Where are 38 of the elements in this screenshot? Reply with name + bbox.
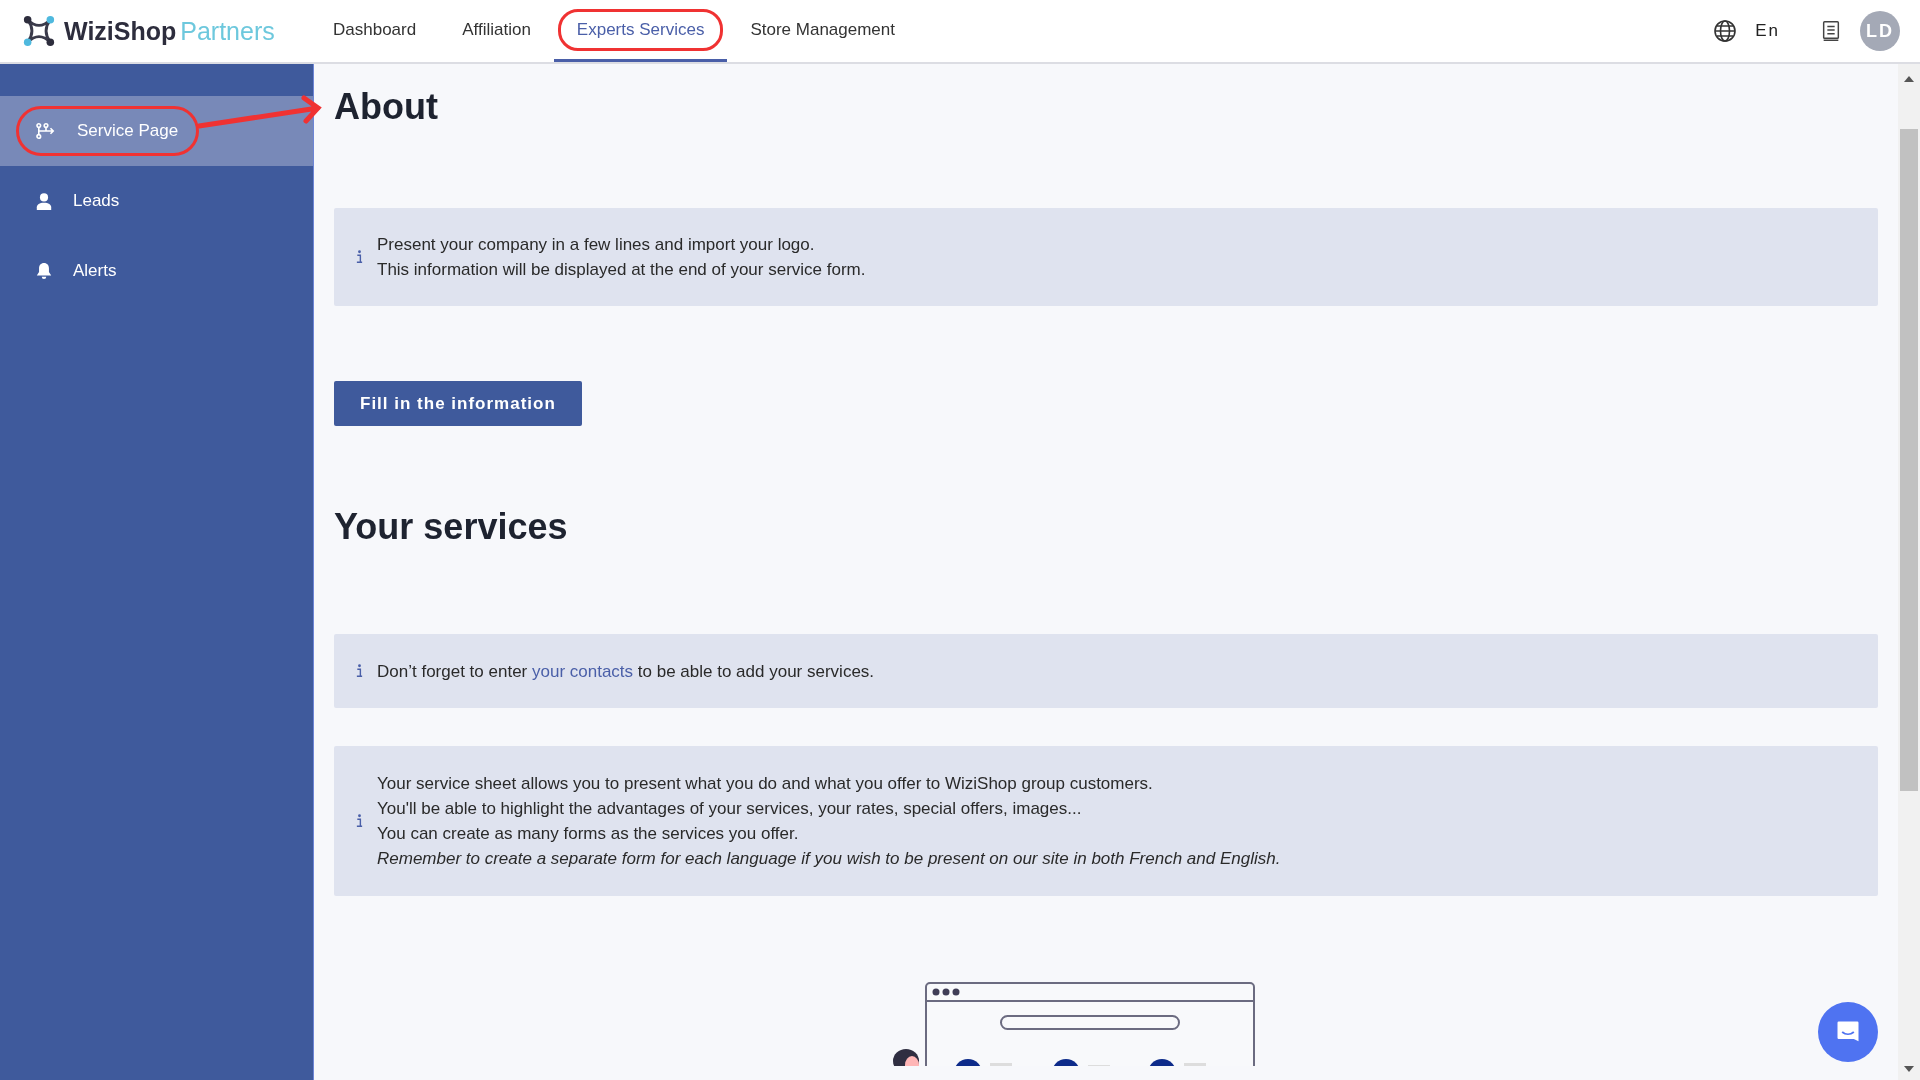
book-icon[interactable] — [1820, 19, 1842, 43]
person-icon — [35, 192, 53, 210]
nav-label: Dashboard — [332, 18, 418, 41]
sidebar-item[interactable]: Alerts — [0, 236, 313, 306]
sidebar-item[interactable]: Leads — [0, 166, 313, 236]
nav-label: Store Management — [749, 18, 896, 41]
section-heading: Your services — [334, 506, 569, 548]
info-icon — [356, 664, 363, 678]
sidebar-label: Leads — [16, 176, 141, 226]
language-selector[interactable]: En — [1755, 21, 1780, 41]
info-text: Remember to create a separate form for each language if you wish to be present on our site in both French and English. — [377, 848, 1281, 870]
info-text: Present your company in a few lines and import your logo. — [377, 234, 816, 256]
sidebar-label: Alerts — [16, 246, 138, 296]
fill-information-button[interactable]: Fill in the information — [334, 381, 582, 426]
bell-icon — [35, 262, 53, 280]
sidebar-label: Service Page — [16, 106, 200, 156]
branch-icon — [35, 122, 57, 140]
info-icon — [356, 250, 363, 264]
info-text: You can create as many forms as the services you offer. — [377, 823, 800, 845]
info-text: This information will be displayed at the end of your service form. — [377, 259, 866, 281]
nav-tab[interactable]: Store Management — [727, 0, 918, 62]
contacts-link[interactable]: your contacts — [532, 661, 634, 681]
nav-tab[interactable]: Affiliation — [439, 0, 554, 62]
nav-label: Experts Services — [557, 8, 724, 51]
sidebar-item[interactable]: Service Page — [0, 96, 313, 166]
section-heading: About — [334, 86, 439, 128]
nav-label: Affiliation — [461, 18, 532, 41]
info-text: Don’t forget to enter your contacts to be able to add your services. — [377, 660, 875, 683]
globe-icon[interactable] — [1713, 19, 1738, 43]
info-text: Your service sheet allows you to present what you do and what you offer to WiziShop group customers. — [377, 773, 1154, 795]
logo-suffix: Partners — [180, 16, 275, 46]
chat-button[interactable] — [1818, 1002, 1878, 1062]
info-icon — [356, 814, 363, 828]
info-text: You'll be able to highlight the advantages of your services, your rates, special offers, images... — [377, 798, 1083, 820]
scrollbar[interactable] — [1898, 64, 1920, 1080]
nav-tab[interactable]: Dashboard — [310, 0, 440, 62]
logo-text: WiziShop — [64, 16, 177, 46]
nav-tab[interactable]: Experts Services — [553, 0, 728, 62]
